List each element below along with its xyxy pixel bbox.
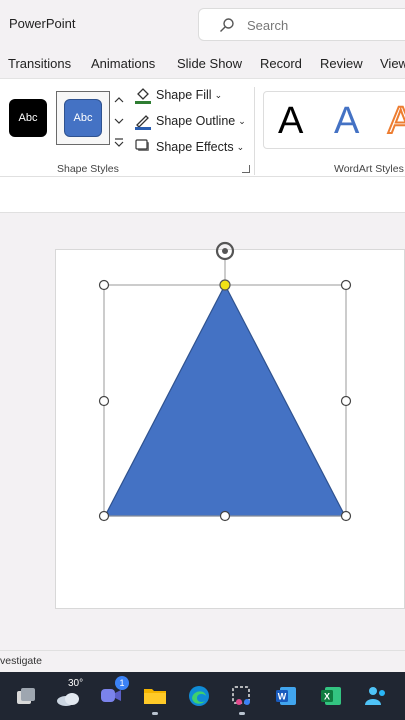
search-icon: [220, 18, 234, 32]
chevron-up-icon: [114, 97, 124, 103]
shape-effects-label: Shape Effects: [156, 140, 234, 154]
resize-handle[interactable]: [340, 279, 352, 291]
gallery-up-button[interactable]: [112, 91, 126, 109]
chevron-down-icon: ⌄: [238, 115, 246, 126]
resize-handle[interactable]: [98, 510, 110, 522]
shape-styles-group-label: Shape Styles: [57, 163, 119, 175]
tab-record[interactable]: Record: [260, 56, 302, 71]
resize-handle[interactable]: [98, 395, 110, 407]
snipping-tool-icon: [232, 686, 250, 705]
people-icon: [365, 687, 385, 705]
search-placeholder: Search: [247, 18, 289, 33]
word-button[interactable]: W: [270, 680, 302, 712]
shape-fill-button[interactable]: Shape Fill ⌄: [134, 86, 222, 104]
ribbon: Abc Abc Shape Fill ⌄ Shape Outline ⌄ Sha…: [0, 78, 405, 177]
weather-widget[interactable]: 30°: [52, 678, 84, 712]
shape-outline-label: Shape Outline: [156, 114, 236, 128]
shape-effects-button[interactable]: Shape Effects ⌄: [134, 138, 244, 156]
resize-handle[interactable]: [340, 395, 352, 407]
tab-transitions[interactable]: Transitions: [8, 56, 71, 71]
tab-view[interactable]: View: [380, 56, 405, 71]
task-view-icon: [17, 688, 35, 704]
shape-style-black[interactable]: Abc: [9, 99, 47, 137]
rotate-handle-icon[interactable]: [215, 241, 235, 261]
paint-bucket-icon: [135, 88, 151, 104]
search-box[interactable]: Search: [198, 8, 405, 41]
title-bar: PowerPoint Search: [0, 0, 405, 46]
taskbar: 30° 1 W X: [0, 672, 405, 720]
running-indicator: [239, 712, 245, 715]
selected-shape-layer: [98, 241, 352, 522]
more-icon: [114, 138, 124, 147]
edge-button[interactable]: [183, 680, 215, 712]
snipping-tool-button[interactable]: [226, 680, 258, 715]
shape-effects-icon: [135, 139, 149, 151]
weather-temp: 30°: [68, 678, 84, 689]
adjustment-handle[interactable]: [219, 279, 231, 291]
chevron-down-icon: ⌄: [214, 89, 223, 100]
ribbon-tabs: Transitions Animations Slide Show Record…: [0, 50, 405, 78]
app-title: PowerPoint: [9, 16, 76, 31]
wordart-styles-group-label: WordArt Styles: [334, 163, 404, 175]
chevron-down-icon: ⌄: [236, 141, 245, 152]
pen-outline-icon: [135, 115, 151, 130]
triangle-shape[interactable]: [104, 283, 346, 517]
resize-handle[interactable]: [340, 510, 352, 522]
dialog-launcher-icon[interactable]: [242, 165, 250, 173]
shape-outline-button[interactable]: Shape Outline ⌄: [134, 112, 246, 130]
wordart-style-orange[interactable]: A: [387, 101, 405, 141]
group-divider: [254, 87, 255, 175]
folder-icon: [144, 689, 166, 704]
excel-button[interactable]: X: [315, 680, 347, 712]
wordart-gallery: A A A: [263, 91, 405, 149]
shape-style-blue[interactable]: Abc: [64, 99, 102, 137]
chevron-down-icon: [114, 118, 124, 124]
running-indicator: [152, 712, 158, 715]
svg-text:W: W: [278, 692, 287, 702]
shape-fill-label: Shape Fill: [156, 88, 212, 102]
word-icon: W: [276, 687, 296, 705]
gallery-more-button[interactable]: [112, 133, 126, 151]
teams-chat-button[interactable]: 1: [95, 676, 129, 712]
notification-badge: 1: [115, 676, 129, 690]
resize-handle[interactable]: [98, 279, 110, 291]
status-text: vestigate: [0, 655, 43, 667]
resize-handle[interactable]: [219, 510, 231, 522]
wordart-style-black[interactable]: A: [278, 102, 303, 140]
wordart-style-blue[interactable]: A: [334, 102, 359, 140]
edge-browser-icon: [189, 686, 209, 706]
task-view-button[interactable]: [10, 680, 42, 712]
svg-text:X: X: [324, 692, 330, 702]
ribbon-collapse-area: [0, 177, 405, 213]
tab-animations[interactable]: Animations: [91, 56, 155, 71]
excel-icon: X: [321, 687, 341, 705]
tab-slide-show[interactable]: Slide Show: [177, 56, 242, 71]
gallery-down-button[interactable]: [112, 112, 126, 130]
status-bar: vestigate: [0, 650, 405, 672]
teams-button[interactable]: [360, 680, 392, 712]
tab-review[interactable]: Review: [320, 56, 363, 71]
file-explorer-button[interactable]: [139, 680, 171, 715]
